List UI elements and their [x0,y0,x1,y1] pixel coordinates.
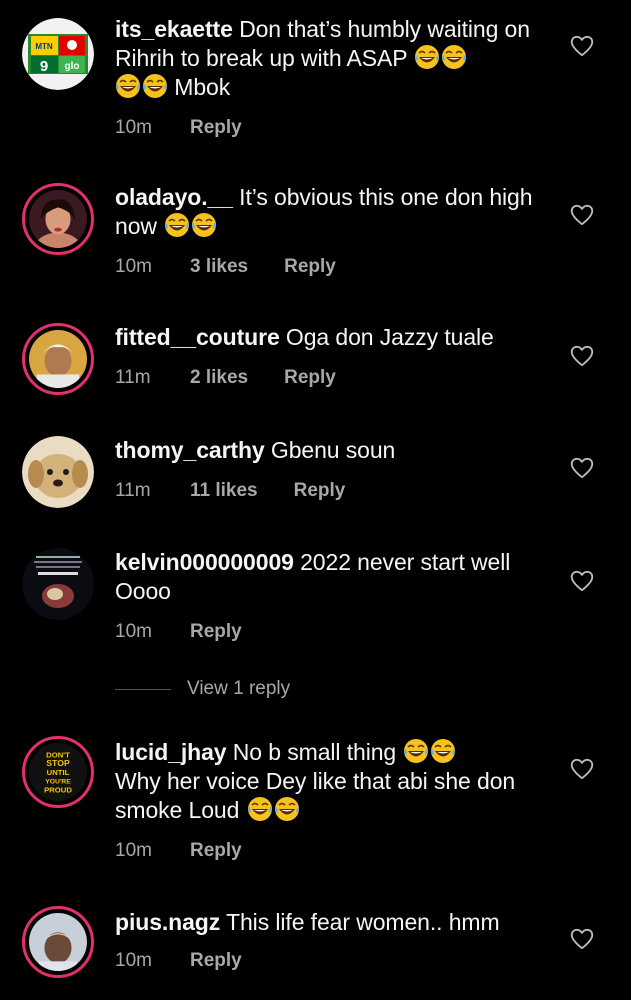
comment-text: fitted__couture Oga don Jazzy tuale [115,324,494,350]
comment-meta: 11m 2 likes Reply [115,366,555,390]
comment-time: 10m [115,117,152,138]
laughing-emoji-icon [164,212,190,238]
laughing-emoji-icon [142,73,168,99]
avatar[interactable]: MTN 9 glo [22,18,94,90]
like-heart-icon[interactable] [569,455,595,481]
comment-username[interactable]: lucid_jhay [115,739,227,765]
comment-text: thomy_carthy Gbenu soun [115,437,396,463]
view-replies-button[interactable]: View 1 reply [115,678,290,700]
comment-meta: 10m 3 likes Reply [115,255,555,279]
like-heart-icon[interactable] [569,756,595,782]
comment-text: pius.nagz This life fear women.. hmm [115,909,500,935]
avatar[interactable] [22,323,94,395]
comment-time: 10m [115,840,152,861]
reply-button[interactable]: Reply [190,621,242,643]
laughing-emoji-icon [191,212,217,238]
laughing-emoji-icon [441,44,467,70]
comment-likes[interactable]: 3 likes [190,256,248,278]
comment-likes[interactable]: 2 likes [190,367,248,389]
comment-meta: 10m Reply [115,839,555,863]
comment-username[interactable]: oladayo.__ [115,184,233,210]
comment-time: 10m [115,256,152,277]
comment-meta: 11m 11 likes Reply [115,479,555,503]
laughing-emoji-icon [274,796,300,822]
comment-text: lucid_jhay No b small thing Why her voic… [115,738,516,823]
svg-text:UNTIL: UNTIL [47,768,70,777]
laughing-emoji-icon [403,738,429,764]
like-heart-icon[interactable] [569,33,595,59]
reply-button[interactable]: Reply [284,367,336,389]
comment-time: 10m [115,621,152,642]
avatar[interactable] [22,436,94,508]
avatar[interactable]: DON'T STOP UNTIL YOU'RE PROUD [22,736,94,808]
reply-button[interactable]: Reply [190,840,242,862]
laughing-emoji-icon [430,738,456,764]
svg-text:PROUD: PROUD [44,785,72,794]
reply-button[interactable]: Reply [190,950,242,972]
view-replies-divider [115,688,171,690]
like-heart-icon[interactable] [569,568,595,594]
comment-username[interactable]: kelvin000000009 [115,549,294,575]
comment-text: oladayo.__ It’s obvious this one don hig… [115,184,533,239]
like-heart-icon[interactable] [569,343,595,369]
comment-username[interactable]: thomy_carthy [115,437,265,463]
comment-username[interactable]: pius.nagz [115,909,220,935]
laughing-emoji-icon [115,73,141,99]
laughing-emoji-icon [414,44,440,70]
comment-text: its_ekaette Don that’s humbly waiting on… [115,16,530,100]
comment-meta: 10m Reply [115,620,555,644]
view-replies-label[interactable]: View 1 reply [187,678,290,700]
mtn-logo-text: MTN [35,42,53,51]
reply-button[interactable]: Reply [284,256,336,278]
svg-text:glo: glo [65,61,80,72]
avatar[interactable] [22,548,94,620]
comment-username[interactable]: fitted__couture [115,324,280,350]
comment-username[interactable]: its_ekaette [115,16,233,42]
svg-text:9: 9 [40,58,48,75]
reply-button[interactable]: Reply [190,117,242,139]
like-heart-icon[interactable] [569,926,595,952]
laughing-emoji-icon [247,796,273,822]
comment-meta: 10m Reply [115,116,555,140]
avatar[interactable] [22,906,94,978]
comment-time: 11m [115,480,151,501]
avatar[interactable] [22,183,94,255]
reply-button[interactable]: Reply [294,480,346,502]
comment-time: 10m [115,950,152,971]
comment-meta: 10m Reply [115,949,555,973]
comment-likes[interactable]: 11 likes [190,480,258,502]
svg-text:STOP: STOP [46,758,70,768]
comment-text: kelvin000000009 2022 never start well Oo… [115,549,511,604]
like-heart-icon[interactable] [569,202,595,228]
comment-time: 11m [115,367,151,388]
